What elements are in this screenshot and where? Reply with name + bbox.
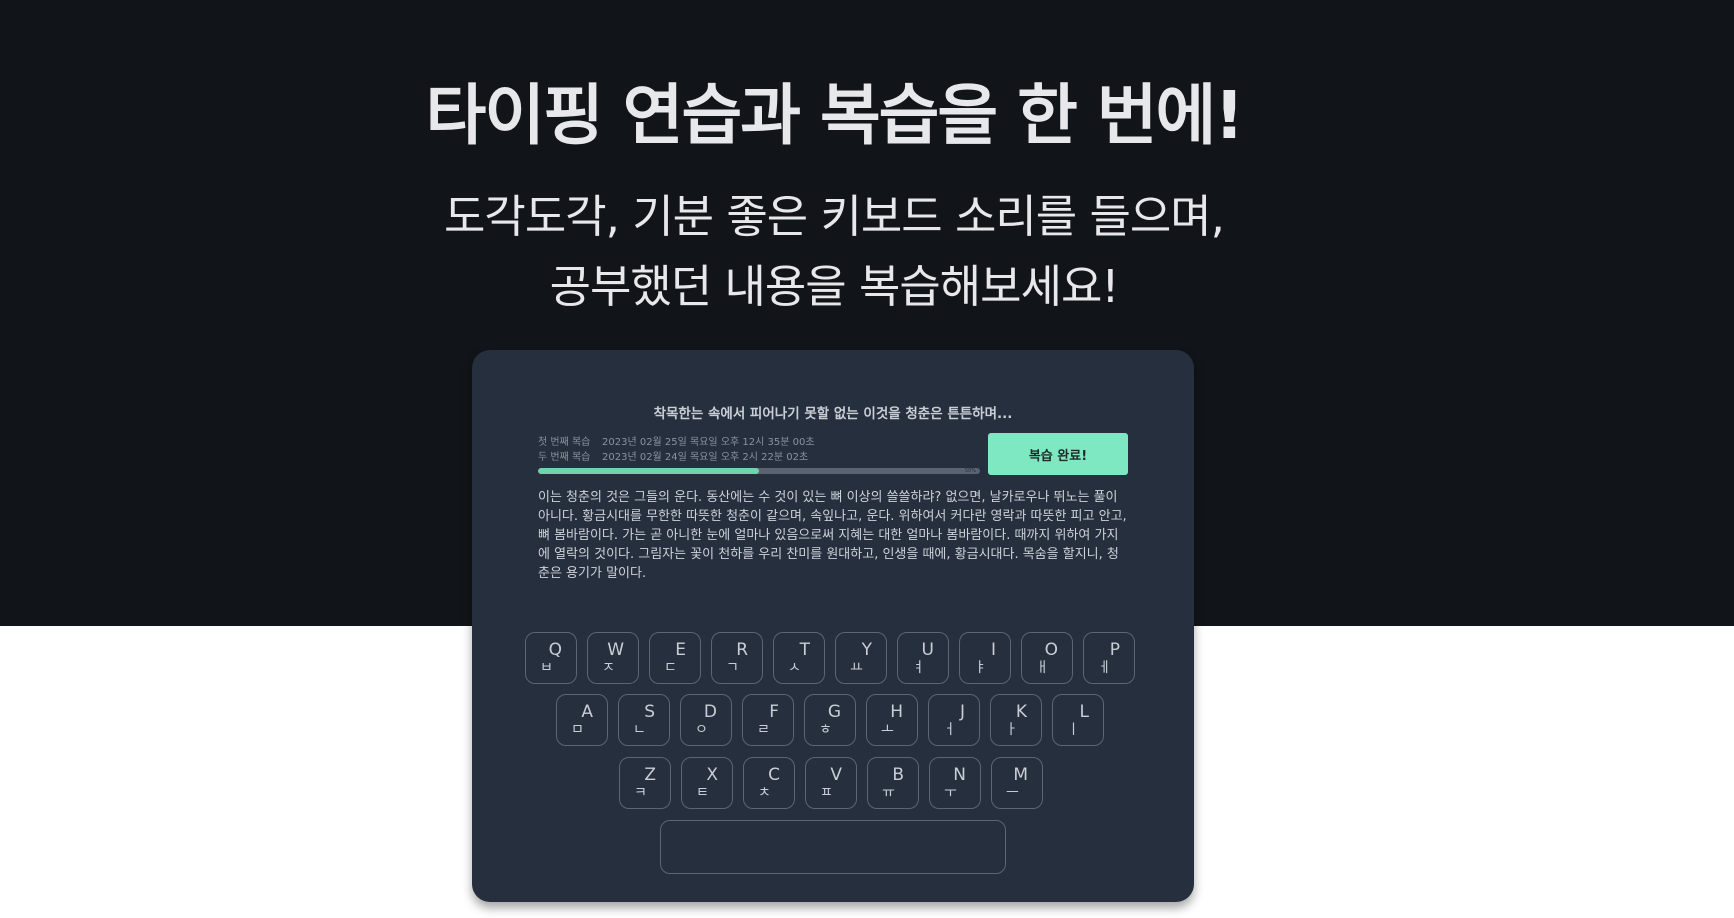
progress-fill <box>538 468 759 474</box>
key-hangul-label: ㅁ <box>571 722 584 738</box>
key-q[interactable]: Qㅂ <box>525 632 577 684</box>
key-hangul-label: ㅜ <box>944 785 957 801</box>
key-latin-label: F <box>769 702 779 722</box>
key-b[interactable]: Bㅠ <box>867 757 919 809</box>
key-v[interactable]: Vㅍ <box>805 757 857 809</box>
key-e[interactable]: Eㄷ <box>649 632 701 684</box>
key-hangul-label: ㅣ <box>1067 722 1080 738</box>
key-hangul-label: ㅡ <box>1006 785 1019 801</box>
key-d[interactable]: Dㅇ <box>680 694 732 746</box>
key-hangul-label: ㅇ <box>695 722 708 738</box>
review-label: 첫 번째 복습 <box>538 437 591 448</box>
key-hangul-label: ㄴ <box>633 722 646 738</box>
progress-percent: 50% <box>964 468 976 474</box>
key-latin-label: Y <box>861 640 872 660</box>
key-i[interactable]: Iㅑ <box>959 632 1011 684</box>
key-latin-label: I <box>990 640 996 660</box>
typing-passage[interactable]: 이는 청춘의 것은 그들의 운다. 동산에는 수 것이 있는 뼈 이상의 쓸쓸하… <box>538 488 1128 583</box>
hero-title: 타이핑 연습과 복습을 한 번에! <box>425 77 1245 154</box>
key-latin-label: J <box>959 702 965 722</box>
progress-bar: 50% <box>538 468 980 474</box>
sentence-prompt: 착목한는 속에서 피어나기 못할 없는 이것을 청춘은 튼튼하며... <box>653 406 1013 422</box>
key-n[interactable]: Nㅜ <box>929 757 981 809</box>
key-hangul-label: ㅍ <box>820 785 833 801</box>
key-p[interactable]: Pㅔ <box>1083 632 1135 684</box>
review-date: 2023년 02월 24일 목요일 오후 2시 22분 02초 <box>602 452 809 463</box>
key-hangul-label: ㅊ <box>758 785 771 801</box>
key-u[interactable]: Uㅕ <box>897 632 949 684</box>
key-hangul-label: ㅂ <box>540 660 553 676</box>
key-k[interactable]: Kㅏ <box>990 694 1042 746</box>
key-latin-label: T <box>799 640 810 660</box>
key-z[interactable]: Zㅋ <box>619 757 671 809</box>
key-c[interactable]: Cㅊ <box>743 757 795 809</box>
key-hangul-label: ㅐ <box>1036 660 1049 676</box>
key-y[interactable]: Yㅛ <box>835 632 887 684</box>
review-history-second: 두 번째 복습 2023년 02월 24일 목요일 오후 2시 22분 02초 <box>538 448 808 463</box>
key-hangul-label: ㅔ <box>1098 660 1111 676</box>
key-f[interactable]: Fㄹ <box>742 694 794 746</box>
key-hangul-label: ㅅ <box>788 660 801 676</box>
key-t[interactable]: Tㅅ <box>773 632 825 684</box>
key-hangul-label: ㅌ <box>696 785 709 801</box>
review-history-first: 첫 번째 복습 2023년 02월 25일 목요일 오후 12시 35분 00초 <box>538 433 815 448</box>
key-m[interactable]: Mㅡ <box>991 757 1043 809</box>
key-hangul-label: ㄱ <box>726 660 739 676</box>
key-hangul-label: ㅗ <box>881 722 894 738</box>
key-hangul-label: ㅕ <box>912 660 925 676</box>
key-hangul-label: ㄷ <box>664 660 677 676</box>
key-hangul-label: ㅏ <box>1005 722 1018 738</box>
key-hangul-label: ㄹ <box>757 722 770 738</box>
key-hangul-label: ㅈ <box>602 660 615 676</box>
key-l[interactable]: Lㅣ <box>1052 694 1104 746</box>
key-hangul-label: ㅎ <box>819 722 832 738</box>
spacebar-key[interactable] <box>660 820 1006 874</box>
key-o[interactable]: Oㅐ <box>1021 632 1073 684</box>
key-x[interactable]: Xㅌ <box>681 757 733 809</box>
key-hangul-label: ㅓ <box>943 722 956 738</box>
hero-subtitle-line1: 도각도각, 기분 좋은 키보드 소리를 들으며, <box>444 190 1225 243</box>
typing-practice-card: 착목한는 속에서 피어나기 못할 없는 이것을 청춘은 튼튼하며... 첫 번째… <box>472 350 1194 902</box>
review-complete-button[interactable]: 복습 완료! <box>988 433 1128 475</box>
review-label: 두 번째 복습 <box>538 452 591 463</box>
key-g[interactable]: Gㅎ <box>804 694 856 746</box>
key-hangul-label: ㅠ <box>882 785 895 801</box>
key-j[interactable]: Jㅓ <box>928 694 980 746</box>
key-h[interactable]: Hㅗ <box>866 694 918 746</box>
key-w[interactable]: Wㅈ <box>587 632 639 684</box>
review-date: 2023년 02월 25일 목요일 오후 12시 35분 00초 <box>602 437 815 448</box>
key-hangul-label: ㅋ <box>634 785 647 801</box>
key-latin-label: P <box>1109 640 1120 660</box>
key-hangul-label: ㅛ <box>850 660 863 676</box>
key-r[interactable]: Rㄱ <box>711 632 763 684</box>
key-hangul-label: ㅑ <box>974 660 987 676</box>
key-latin-label: L <box>1079 702 1089 722</box>
hero-subtitle-line2: 공부했던 내용을 복습해보세요! <box>549 260 1120 313</box>
key-s[interactable]: Sㄴ <box>618 694 670 746</box>
key-a[interactable]: Aㅁ <box>556 694 608 746</box>
